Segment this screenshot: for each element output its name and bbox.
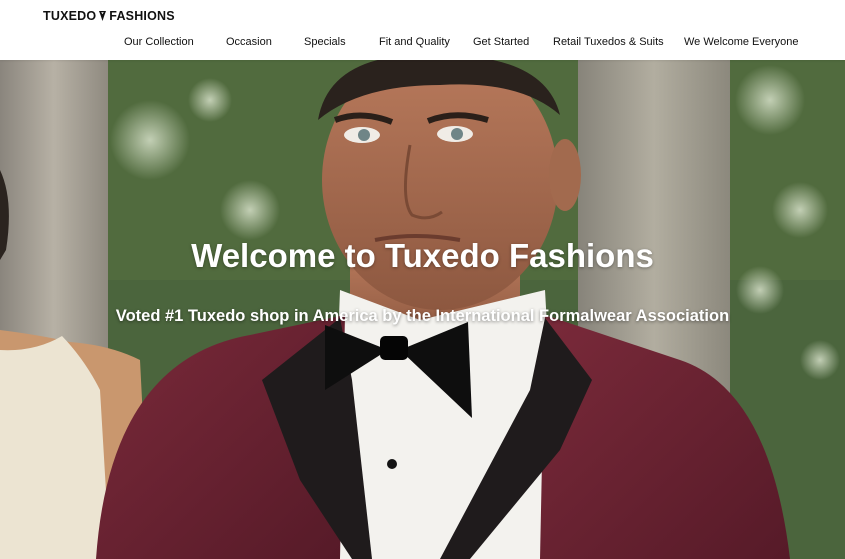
nav-get-started[interactable]: Get Started <box>473 36 529 48</box>
nav-we-welcome-everyone[interactable]: We Welcome Everyone <box>684 36 799 48</box>
hero-title: Welcome to Tuxedo Fashions <box>191 237 654 274</box>
nav-our-collection[interactable]: Our Collection <box>124 36 194 48</box>
hero-subtitle: Voted #1 Tuxedo shop in America by the I… <box>115 307 730 325</box>
hero-banner: Welcome to Tuxedo Fashions Voted #1 Tuxe… <box>0 60 845 559</box>
nav-retail-tuxedos-suits[interactable]: Retail Tuxedos & Suits <box>553 36 664 48</box>
logo-text-right: FASHIONS <box>109 9 175 23</box>
site-logo[interactable]: TUXEDO FASHIONS <box>43 9 175 23</box>
site-header: TUXEDO FASHIONS Our Collection Occasion … <box>0 0 845 60</box>
nav-fit-and-quality[interactable]: Fit and Quality <box>379 36 450 48</box>
nav-specials[interactable]: Specials <box>304 36 346 48</box>
logo-text-left: TUXEDO <box>43 9 97 23</box>
nav-occasion[interactable]: Occasion <box>226 36 272 48</box>
bowtie-badge-icon <box>99 11 107 21</box>
